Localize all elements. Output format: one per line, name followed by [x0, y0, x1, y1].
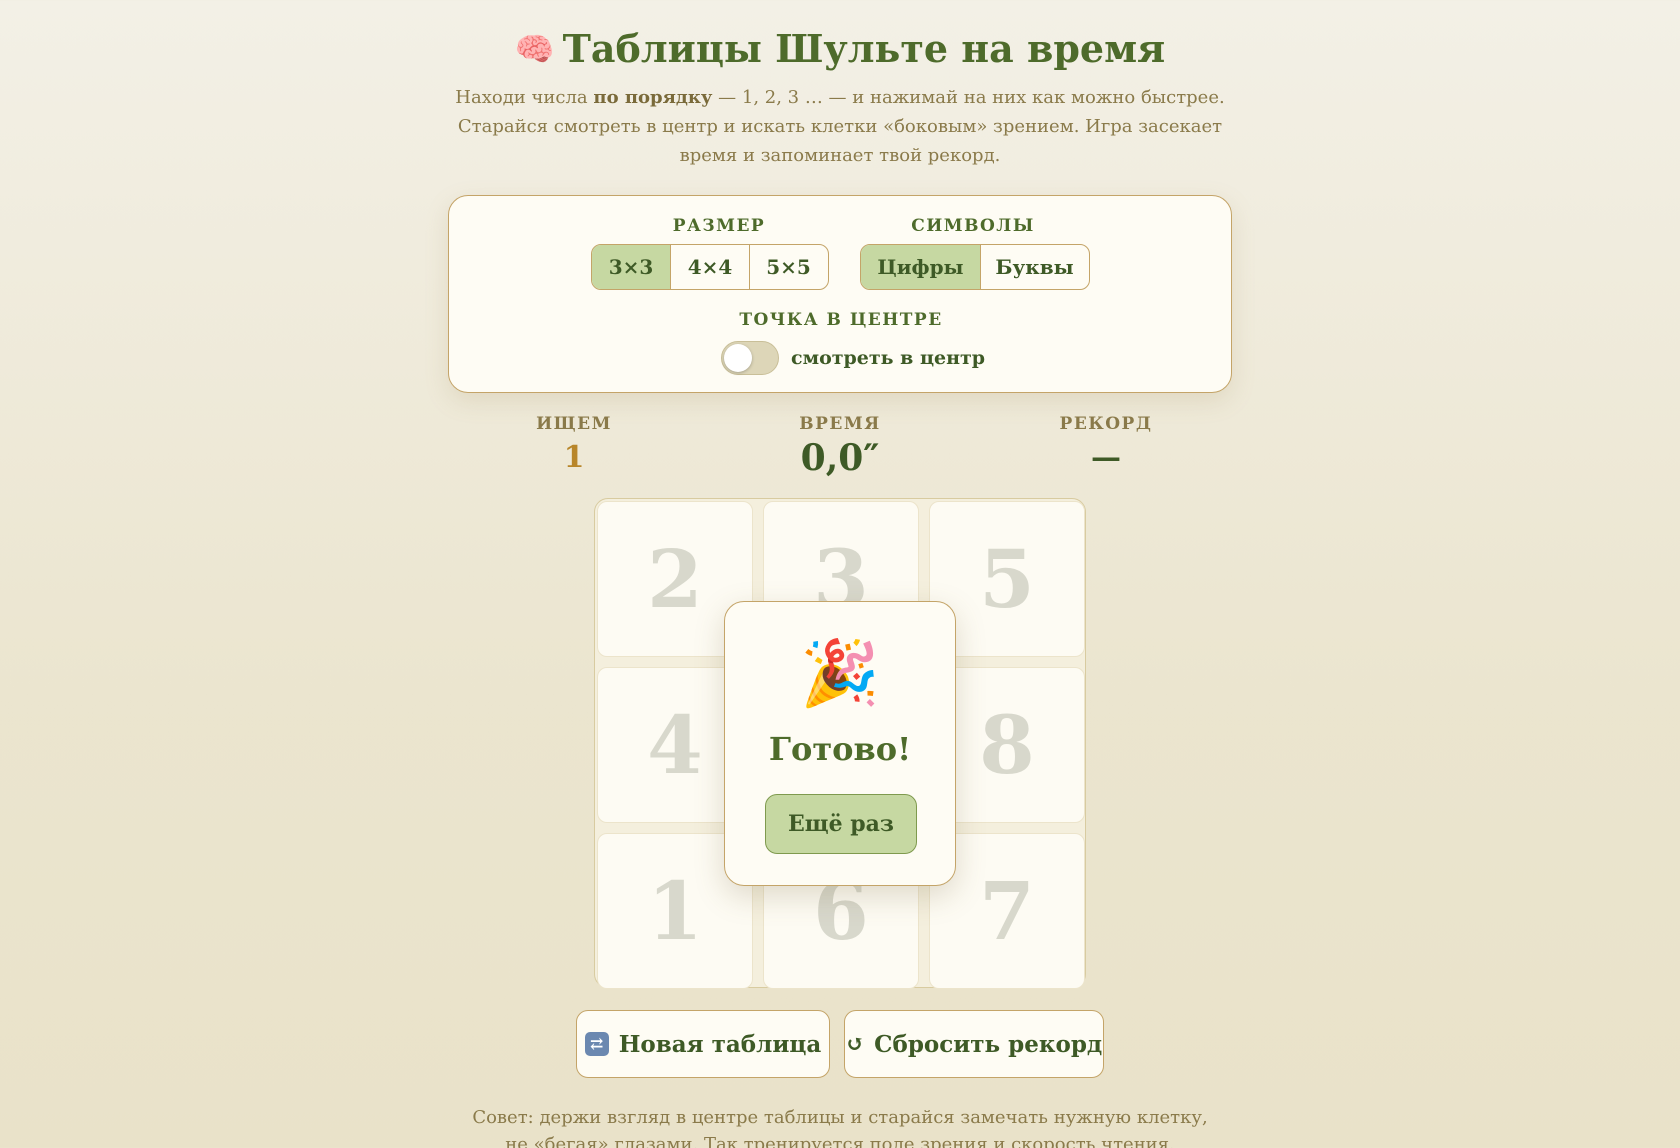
- intro-text: Находи числа по порядку — 1, 2, 3 … — и …: [440, 83, 1240, 170]
- play-again-button[interactable]: Ещё раз: [765, 794, 917, 854]
- symbols-label: СИМВОЛЫ: [911, 216, 1035, 236]
- completion-dialog: 🎉 Готово! Ещё раз: [724, 601, 956, 886]
- reset-record-button[interactable]: ↺ Сбросить рекорд: [844, 1010, 1104, 1078]
- page: 🧠 Таблицы Шульте на время Находи числа по…: [0, 0, 1680, 1148]
- intro-bold: по порядку: [593, 87, 713, 108]
- dot-toggle-row: смотреть в центр: [721, 340, 985, 376]
- reset-record-label: Сбросить рекорд: [874, 1030, 1103, 1058]
- symbols-selector: Цифры Буквы: [860, 244, 1090, 290]
- dot-label: ТОЧКА В ЦЕНТРЕ: [739, 310, 943, 330]
- shuffle-icon: ⇄: [584, 1032, 609, 1056]
- size-option-3x3[interactable]: 3×3: [592, 245, 671, 289]
- time-value: 0,0″: [800, 437, 880, 479]
- completion-title: Готово!: [768, 730, 912, 768]
- reset-icon: ↺: [845, 1031, 865, 1057]
- size-option-4x4[interactable]: 4×4: [671, 245, 750, 289]
- target-value: 1: [563, 440, 585, 475]
- record-label: РЕКОРД: [1059, 414, 1153, 434]
- party-popper-icon: 🎉: [800, 637, 880, 711]
- new-table-label: Новая таблица: [618, 1030, 822, 1058]
- toggle-knob: [724, 344, 752, 372]
- brain-icon: 🧠: [514, 30, 555, 68]
- stat-target: ИЩЕМ 1: [464, 414, 684, 480]
- symbols-option-letters[interactable]: Буквы: [981, 245, 1088, 289]
- center-dot-toggle-label: смотреть в центр: [791, 347, 986, 369]
- page-title-text: Таблицы Шульте на время: [562, 26, 1166, 71]
- size-option-5x5[interactable]: 5×5: [750, 245, 827, 289]
- time-label: ВРЕМЯ: [799, 414, 881, 434]
- stat-record: РЕКОРД —: [996, 414, 1216, 480]
- target-label: ИЩЕМ: [536, 414, 612, 434]
- center-dot-toggle[interactable]: [721, 341, 779, 375]
- page-title: 🧠 Таблицы Шульте на время: [0, 26, 1680, 71]
- new-table-button[interactable]: ⇄ Новая таблица: [576, 1010, 830, 1078]
- size-selector: 3×3 4×4 5×5: [591, 244, 829, 290]
- record-value: —: [1091, 440, 1121, 475]
- symbols-option-digits[interactable]: Цифры: [861, 245, 981, 289]
- size-label: РАЗМЕР: [672, 216, 766, 236]
- stat-time: ВРЕМЯ 0,0″: [730, 414, 950, 480]
- intro-part-1: Находи числа: [455, 87, 594, 108]
- tip-text: Совет: держи взгляд в центре таблицы и с…: [472, 1107, 1208, 1148]
- settings-panel: РАЗМЕР 3×3 4×4 5×5 СИМВОЛЫ Цифры Буквы Т…: [448, 195, 1232, 393]
